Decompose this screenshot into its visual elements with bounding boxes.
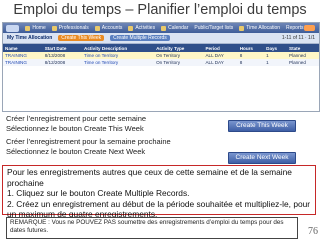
table-row[interactable]: TRAINING 8/13/2008 Time on Territory On …: [3, 52, 319, 59]
instruction-text: Créer l’enregistrement pour la semaine p…: [6, 137, 171, 146]
column-header[interactable]: Activity Description: [82, 44, 155, 52]
page-number: 76: [308, 226, 318, 237]
time-allocation-table: Name Start Date Activity Description Act…: [3, 44, 319, 66]
home-icon: [25, 25, 31, 31]
app-logo-icon: [6, 24, 20, 32]
column-header[interactable]: Activity Type: [154, 44, 204, 52]
instruction-next-week: Créer l’enregistrement pour la semaine p…: [6, 137, 171, 156]
table-cell: Planned: [287, 52, 319, 59]
menu-item-target-lists[interactable]: Public/Target lists: [194, 25, 233, 31]
steps-intro: Pour les enregistrements autres que ceux…: [7, 167, 292, 188]
calendar-icon: [161, 25, 167, 31]
create-this-week-button[interactable]: Create This Week: [228, 120, 296, 132]
table-row[interactable]: TRAINING 8/12/2008 Time on Territory On …: [3, 59, 319, 66]
create-this-week-toolbar-button[interactable]: Create This Week: [58, 35, 105, 41]
menu-item-accounts[interactable]: Accounts: [94, 25, 122, 31]
brand-logo-icon: [303, 25, 315, 31]
slide-title: Emploi du temps – Planifier l’emploi du …: [13, 2, 307, 18]
instruction-text: Sélectionnez le bouton Create Next Week: [6, 146, 146, 156]
instruction-text: Sélectionnez le bouton Create This Week: [6, 123, 144, 133]
column-header[interactable]: State: [287, 44, 319, 52]
steps-text: Pour les enregistrements autres que ceux…: [7, 167, 313, 220]
pagination-info: 1-11 of 11 · 1/1: [281, 35, 315, 41]
table-cell: 1: [264, 59, 288, 66]
column-header[interactable]: Name: [3, 44, 43, 52]
step-one: 1. Cliquez sur le bouton Create Multiple…: [7, 188, 190, 198]
table-cell: 8: [237, 52, 265, 59]
main-menubar: Home Professionals Accounts Activities C…: [3, 23, 319, 33]
clock-icon: [239, 25, 245, 31]
column-header[interactable]: Period: [203, 44, 238, 52]
table-header-row: Name Start Date Activity Description Act…: [3, 44, 319, 52]
column-header[interactable]: Start Date: [42, 44, 82, 52]
instruction-text: Créer l’enregistrement pour cette semain…: [6, 114, 147, 123]
menu-item-professionals[interactable]: Professionals: [51, 25, 89, 31]
table-cell: 1: [264, 52, 288, 59]
table-cell[interactable]: Time on Territory: [82, 59, 155, 66]
column-header[interactable]: Days: [264, 44, 288, 52]
table-cell: On Territory: [154, 52, 204, 59]
menu-item-home[interactable]: Home: [25, 25, 46, 31]
menu-item-activities[interactable]: Activities: [128, 25, 155, 31]
professionals-icon: [51, 25, 57, 31]
column-header[interactable]: Hours: [237, 44, 265, 52]
table-cell[interactable]: Time on Territory: [82, 52, 155, 59]
view-toolbar: My Time Allocation Create This Week Crea…: [3, 33, 319, 44]
create-next-week-button[interactable]: Create Next Week: [228, 152, 296, 164]
note-box: REMARQUE : Vous ne POUVEZ PAS soumettre …: [6, 217, 298, 239]
menu-item-calendar[interactable]: Calendar: [161, 25, 188, 31]
app-screenshot: Home Professionals Accounts Activities C…: [2, 22, 320, 112]
table-cell: 8: [237, 59, 265, 66]
menu-item-time-allocation[interactable]: Time Allocation: [239, 25, 280, 31]
accounts-icon: [94, 25, 100, 31]
table-cell: On Territory: [154, 59, 204, 66]
table-cell[interactable]: TRAINING: [3, 52, 43, 59]
menu-item-reports[interactable]: Reports: [286, 25, 304, 31]
table-cell: ALL DAY: [203, 59, 238, 66]
table-cell: Planned: [287, 59, 319, 66]
create-multiple-records-button[interactable]: Create Multiple Records: [110, 35, 170, 41]
table-cell[interactable]: TRAINING: [3, 59, 43, 66]
table-cell: ALL DAY: [203, 52, 238, 59]
table-cell: 8/12/2008: [42, 59, 82, 66]
table-cell: 8/13/2008: [42, 52, 82, 59]
instruction-this-week: Créer l’enregistrement pour cette semain…: [6, 114, 146, 133]
view-selector[interactable]: My Time Allocation: [7, 35, 52, 41]
activities-icon: [128, 25, 134, 31]
